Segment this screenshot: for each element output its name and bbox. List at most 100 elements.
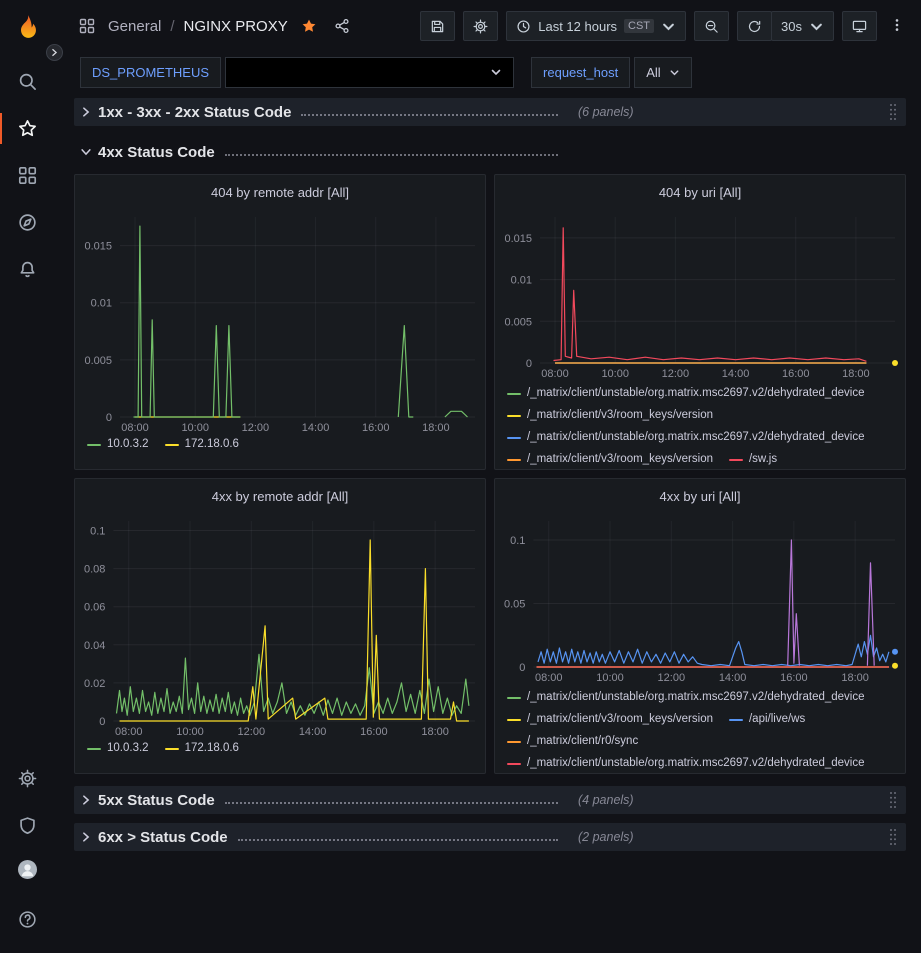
legend-item[interactable]: /_matrix/client/r0/sync	[507, 734, 638, 749]
favorite-star-button[interactable]	[297, 14, 321, 38]
legend-item[interactable]: /_matrix/client/unstable/org.matrix.msc2…	[507, 386, 865, 401]
svg-text:0.015: 0.015	[84, 241, 112, 253]
row-drag-handle[interactable]	[888, 103, 898, 121]
variable-label-request-host[interactable]: request_host	[531, 57, 630, 88]
svg-text:10:00: 10:00	[596, 672, 624, 684]
sidebar-item-configuration[interactable]	[0, 755, 55, 802]
sidebar-item-profile[interactable]	[0, 849, 55, 896]
save-icon	[430, 19, 445, 34]
caret-down-icon	[661, 19, 676, 34]
legend-label: /sw.js	[749, 452, 777, 467]
timezone-badge: CST	[624, 19, 654, 33]
legend-swatch	[507, 741, 521, 743]
legend-item[interactable]: /_matrix/client/v3/room_keys/version	[507, 712, 713, 727]
refresh-button[interactable]	[737, 11, 772, 41]
search-icon	[18, 72, 37, 91]
sidebar-item-help[interactable]	[0, 896, 55, 943]
timeseries-chart[interactable]: 00.0050.010.01508:0010:0012:0014:0016:00…	[495, 209, 905, 381]
legend-item[interactable]: /_matrix/client/unstable/org.matrix.msc2…	[507, 690, 865, 705]
zoom-out-button[interactable]	[694, 11, 729, 41]
legend-item[interactable]: /_matrix/client/v3/room_keys/version	[507, 408, 713, 423]
svg-text:0: 0	[526, 358, 532, 370]
svg-text:12:00: 12:00	[658, 672, 686, 684]
legend-item[interactable]: 10.0.3.2	[87, 741, 149, 756]
svg-text:0.08: 0.08	[84, 564, 105, 576]
svg-text:16:00: 16:00	[360, 726, 388, 738]
monitor-icon	[852, 19, 867, 34]
panel-title[interactable]: 4xx by remote addr [All]	[75, 479, 485, 513]
sidebar-item-search[interactable]	[0, 58, 55, 105]
top-navigation-bar: General / NGINX PROXY L	[55, 0, 921, 52]
row-title: 6xx > Status Code	[98, 829, 228, 846]
refresh-interval-label: 30s	[781, 19, 802, 34]
share-button[interactable]	[330, 14, 354, 38]
variable-label-ds-prometheus[interactable]: DS_PROMETHEUS	[80, 57, 221, 88]
legend-item[interactable]: /_matrix/client/v3/room_keys/version	[507, 452, 713, 467]
refresh-interval-select[interactable]: 30s	[771, 11, 834, 41]
row-drag-handle[interactable]	[888, 828, 898, 846]
legend-swatch	[87, 444, 101, 446]
legend-item[interactable]: 10.0.3.2	[87, 437, 149, 452]
legend-swatch	[507, 415, 521, 417]
legend-item[interactable]: 172.18.0.6	[165, 437, 239, 452]
more-options-button[interactable]	[887, 13, 907, 40]
svg-text:0: 0	[106, 412, 112, 424]
zoom-out-icon	[704, 19, 719, 34]
sidebar-expand-button[interactable]	[46, 44, 63, 61]
legend-swatch	[507, 697, 521, 699]
timeseries-chart[interactable]: 00.050.108:0010:0012:0014:0016:0018:00	[495, 513, 905, 685]
timeseries-chart[interactable]: 00.020.040.060.080.108:0010:0012:0014:00…	[75, 513, 485, 739]
panel-4xx-by-uri: 4xx by uri [All] 00.050.108:0010:0012:00…	[494, 478, 906, 774]
panel-legend: /_matrix/client/unstable/org.matrix.msc2…	[495, 381, 905, 469]
breadcrumb-section[interactable]: General	[108, 18, 161, 35]
legend-label: /_matrix/client/v3/room_keys/version	[527, 712, 713, 727]
request-host-variable-select[interactable]: All	[634, 57, 691, 88]
svg-text:0: 0	[99, 716, 105, 728]
legend-item[interactable]: 172.18.0.6	[165, 741, 239, 756]
legend-item[interactable]: /sw.js	[729, 452, 777, 467]
legend-item[interactable]: /api/live/ws	[729, 712, 805, 727]
save-dashboard-button[interactable]	[420, 11, 455, 41]
panel-legend: 10.0.3.2 172.18.0.6	[75, 435, 485, 469]
row-header-5xx[interactable]: 5xx Status Code (4 panels)	[74, 786, 906, 814]
svg-text:16:00: 16:00	[362, 422, 390, 434]
sidebar-item-dashboards[interactable]	[0, 152, 55, 199]
sidebar-item-server-admin[interactable]	[0, 802, 55, 849]
legend-item[interactable]: /_matrix/client/unstable/org.matrix.msc2…	[507, 430, 865, 445]
dashboard-settings-button[interactable]	[463, 11, 498, 41]
request-host-variable-value: All	[646, 65, 660, 80]
panel-title[interactable]: 4xx by uri [All]	[495, 479, 905, 513]
svg-text:0.015: 0.015	[504, 233, 532, 245]
panel-404-by-uri: 404 by uri [All] 00.0050.010.01508:0010:…	[494, 174, 906, 470]
grafana-logo[interactable]	[11, 10, 45, 44]
row-header-1xx-3xx-2xx[interactable]: 1xx - 3xx - 2xx Status Code (6 panels)	[74, 98, 906, 126]
timeseries-chart[interactable]: 00.0050.010.01508:0010:0012:0014:0016:00…	[75, 209, 485, 435]
breadcrumb-separator: /	[170, 18, 174, 35]
tv-mode-button[interactable]	[842, 11, 877, 41]
svg-text:08:00: 08:00	[115, 726, 143, 738]
dashboard-title[interactable]: NGINX PROXY	[184, 18, 288, 35]
legend-label: /api/live/ws	[749, 712, 805, 727]
panel-title[interactable]: 404 by uri [All]	[495, 175, 905, 209]
legend-item[interactable]: /_matrix/client/unstable/org.matrix.msc2…	[507, 756, 865, 771]
panel-title[interactable]: 404 by remote addr [All]	[75, 175, 485, 209]
legend-label: /_matrix/client/unstable/org.matrix.msc2…	[527, 756, 865, 771]
sidebar-item-starred[interactable]	[0, 105, 55, 152]
variables-bar: DS_PROMETHEUS request_host All	[55, 54, 921, 90]
row-header-6xx[interactable]: 6xx > Status Code (2 panels)	[74, 823, 906, 851]
legend-label: /_matrix/client/v3/room_keys/version	[527, 408, 713, 423]
legend-swatch	[87, 748, 101, 750]
sidebar-item-alerting[interactable]	[0, 246, 55, 293]
apps-icon	[75, 14, 99, 38]
legend-label: /_matrix/client/unstable/org.matrix.msc2…	[527, 386, 865, 401]
svg-text:0.1: 0.1	[510, 535, 525, 547]
legend-label: 10.0.3.2	[107, 437, 149, 452]
datasource-variable-select[interactable]	[225, 57, 514, 88]
row-dots	[238, 839, 558, 841]
row-header-4xx[interactable]: 4xx Status Code	[74, 138, 906, 166]
svg-text:12:00: 12:00	[242, 422, 270, 434]
sidebar-item-explore[interactable]	[0, 199, 55, 246]
time-range-picker[interactable]: Last 12 hours CST	[506, 11, 686, 41]
svg-text:0.1: 0.1	[90, 526, 105, 538]
row-drag-handle[interactable]	[888, 791, 898, 809]
